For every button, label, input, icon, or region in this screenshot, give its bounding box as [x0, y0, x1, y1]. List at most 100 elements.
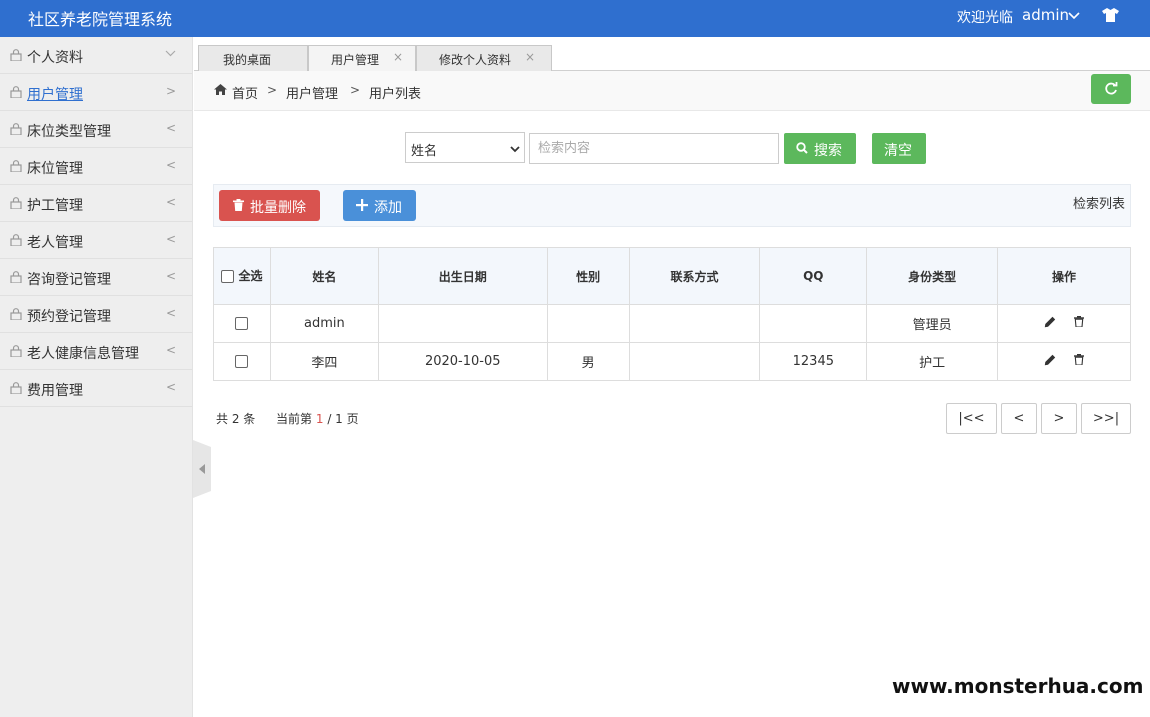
search-button[interactable]: 搜索 — [784, 133, 856, 164]
batch-delete-label: 批量删除 — [250, 200, 306, 216]
column-header-contact: 联系方式 — [628, 247, 761, 305]
row-select-cell — [213, 342, 271, 381]
column-header-actions: 操作 — [997, 247, 1131, 305]
row-checkbox[interactable] — [235, 355, 249, 368]
sidebar-item-caregiver[interactable]: 护工管理 < — [0, 185, 192, 222]
sidebar-item-label: 护工管理 — [27, 198, 83, 214]
table-header-row: 全选 姓名 出生日期 性别 联系方式 QQ 身份类型 操作 — [213, 247, 1131, 305]
first-page-button[interactable]: |<< — [946, 403, 997, 434]
select-all-checkbox[interactable] — [221, 270, 235, 283]
close-icon[interactable]: × — [393, 50, 403, 64]
list-toolbar: 批量删除 添加 检索列表 — [213, 184, 1131, 227]
prev-page-button[interactable]: < — [1001, 403, 1037, 434]
cell-gender — [546, 304, 630, 343]
breadcrumb-user-list: 用户列表 — [369, 87, 422, 102]
tab-user-management[interactable]: 用户管理 × — [308, 45, 416, 71]
lock-icon — [10, 160, 22, 176]
cell-name: 李四 — [269, 342, 379, 381]
table-row: admin 管理员 — [213, 304, 1131, 343]
sidebar-item-fee[interactable]: 费用管理 < — [0, 370, 192, 407]
lock-icon — [10, 197, 22, 213]
row-checkbox[interactable] — [235, 317, 249, 330]
breadcrumb-separator: > — [350, 83, 361, 97]
sidebar-collapse-handle[interactable] — [193, 440, 211, 498]
table-row: 李四 2020-10-05 男 12345 护工 — [213, 342, 1131, 381]
chevron-down-icon — [510, 142, 520, 157]
sidebar-item-label: 咨询登记管理 — [27, 272, 111, 288]
cell-role: 管理员 — [866, 304, 999, 343]
sidebar-arrow: > — [165, 84, 176, 98]
search-field-value: 姓名 — [411, 144, 438, 159]
sidebar-item-profile[interactable]: 个人资料 — [0, 37, 192, 74]
total-count: 共 2 条 — [216, 412, 256, 426]
lock-icon — [10, 86, 22, 102]
edit-pencil-icon[interactable] — [1044, 316, 1056, 328]
cell-birth — [377, 304, 548, 343]
last-page-button[interactable]: >>| — [1081, 403, 1131, 434]
refresh-button[interactable] — [1091, 74, 1131, 104]
delete-trash-icon[interactable] — [1074, 354, 1085, 365]
sidebar-arrow: < — [165, 232, 176, 246]
delete-trash-icon[interactable] — [1074, 316, 1085, 327]
sidebar-item-appointment[interactable]: 预约登记管理 < — [0, 296, 192, 333]
clear-button[interactable]: 清空 — [872, 133, 926, 164]
select-all-label: 全选 — [238, 269, 263, 283]
add-button[interactable]: 添加 — [343, 190, 416, 221]
sidebar-item-user-management[interactable]: 用户管理 > — [0, 74, 192, 111]
theme-shirt-icon[interactable] — [1102, 8, 1119, 26]
sidebar-item-health[interactable]: 老人健康信息管理 < — [0, 333, 192, 370]
sidebar-item-label: 床位类型管理 — [27, 124, 111, 140]
sidebar-item-label: 预约登记管理 — [27, 309, 111, 325]
cell-name: admin — [269, 304, 379, 343]
triangle-left-icon — [199, 464, 205, 474]
sidebar-item-bed-type[interactable]: 床位类型管理 < — [0, 111, 192, 148]
sidebar-arrow: < — [165, 380, 176, 394]
tab-edit-profile[interactable]: 修改个人资料 × — [416, 45, 552, 71]
next-page-button[interactable]: > — [1041, 403, 1077, 434]
sidebar-arrow: < — [165, 343, 176, 357]
chevron-down-icon[interactable] — [1068, 9, 1080, 24]
app-title: 社区养老院管理系统 — [28, 10, 173, 29]
column-header-qq: QQ — [759, 247, 868, 305]
lock-icon — [10, 49, 22, 65]
breadcrumb-separator: > — [267, 83, 278, 97]
top-header: 社区养老院管理系统 欢迎光临 admin — [0, 0, 1150, 37]
breadcrumb-user-management[interactable]: 用户管理 — [286, 83, 338, 102]
lock-icon — [10, 123, 22, 139]
select-all-header: 全选 — [213, 247, 271, 305]
column-header-name: 姓名 — [269, 247, 379, 305]
cell-contact — [628, 304, 761, 343]
batch-delete-button[interactable]: 批量删除 — [219, 190, 320, 221]
sidebar-item-label: 个人资料 — [27, 50, 83, 66]
cell-contact — [628, 342, 761, 381]
welcome-text: 欢迎光临 — [957, 10, 1013, 26]
breadcrumb-home[interactable]: 首页 — [232, 83, 258, 102]
sidebar-item-consult[interactable]: 咨询登记管理 < — [0, 259, 192, 296]
user-menu[interactable]: admin — [1022, 6, 1069, 24]
current-page-number: 1 — [315, 412, 324, 426]
current-page-info: 当前第 1 / 1 页 — [276, 410, 359, 427]
sidebar-item-label: 床位管理 — [27, 161, 83, 177]
sidebar-item-elderly[interactable]: 老人管理 < — [0, 222, 192, 259]
column-header-gender: 性别 — [546, 247, 630, 305]
tab-desktop[interactable]: 我的桌面 — [198, 45, 308, 71]
clear-button-label: 清空 — [884, 143, 912, 159]
sidebar-item-bed[interactable]: 床位管理 < — [0, 148, 192, 185]
trash-icon — [233, 199, 244, 211]
list-title: 检索列表 — [1072, 197, 1125, 212]
chevron-down-icon — [165, 47, 176, 57]
search-input[interactable] — [529, 133, 779, 164]
refresh-icon — [1105, 82, 1118, 95]
current-page-prefix: 当前第 — [276, 412, 313, 426]
edit-pencil-icon[interactable] — [1044, 354, 1056, 366]
lock-icon — [10, 382, 22, 398]
cell-gender: 男 — [546, 342, 630, 381]
column-header-role: 身份类型 — [866, 247, 999, 305]
cell-actions — [997, 304, 1131, 343]
sidebar-arrow: < — [165, 195, 176, 209]
search-field-select[interactable]: 姓名 — [405, 132, 525, 163]
lock-icon — [10, 234, 22, 250]
watermark-text: www.monsterhua.com — [892, 674, 1144, 698]
current-page-suffix: / 1 页 — [327, 412, 359, 426]
close-icon[interactable]: × — [525, 50, 535, 64]
